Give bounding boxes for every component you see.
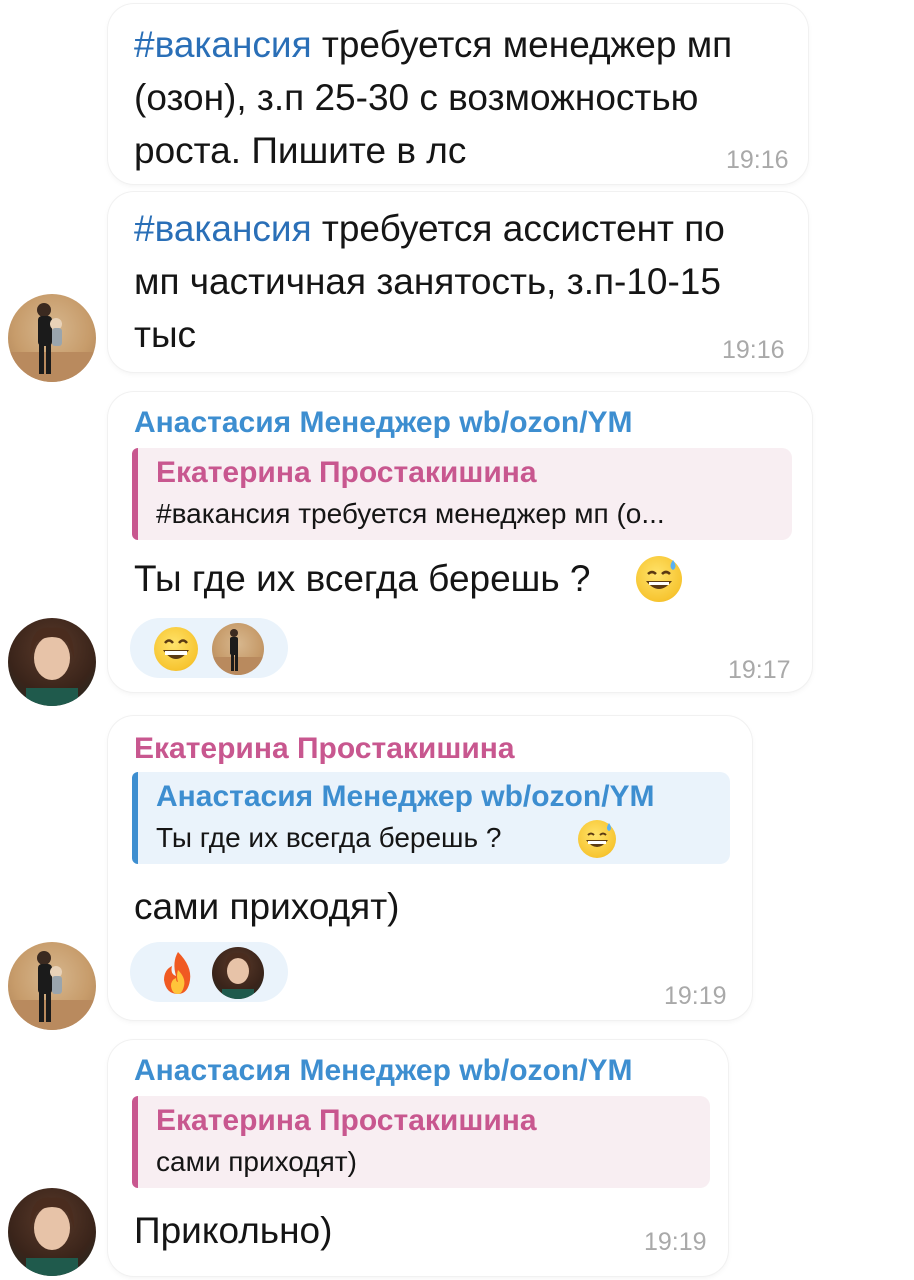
- message-time: 19:17: [728, 656, 791, 684]
- reply-author: Екатерина Простакишина: [156, 1104, 537, 1137]
- reply-text: сами приходят): [156, 1146, 357, 1177]
- message-bubble[interactable]: #вакансия требуется ассистент по мп част…: [108, 192, 808, 372]
- message-text: сами приходят): [134, 886, 400, 927]
- avatar-photo-woman-portrait-icon: [26, 1197, 78, 1276]
- grinning-face-with-sweat-icon: [578, 820, 616, 858]
- reaction-user-avatar: [212, 947, 264, 999]
- sender-avatar[interactable]: [8, 294, 96, 382]
- message-bubble[interactable]: #вакансия требуется менеджер мп (озон), …: [108, 4, 808, 184]
- avatar-photo-woman-portrait-icon: [26, 627, 78, 706]
- reply-author: Екатерина Простакишина: [156, 456, 537, 489]
- message-time: 19:19: [664, 982, 727, 1010]
- grinning-face-with-sweat-icon: [636, 556, 682, 602]
- message-bubble[interactable]: Екатерина Простакишина Анастасия Менедже…: [108, 716, 752, 1020]
- message-time: 19:19: [644, 1228, 707, 1256]
- message-time: 19:16: [726, 146, 789, 174]
- avatar-photo-woman-with-child-icon: [8, 303, 96, 382]
- beaming-face-icon: [154, 627, 198, 671]
- reply-author: Анастасия Менеджер wb/ozon/YM: [156, 780, 655, 813]
- reaction-user-avatar: [212, 623, 264, 675]
- reactions-pill[interactable]: [130, 618, 288, 678]
- reply-quote[interactable]: Екатерина Простакишина #вакансия требует…: [132, 448, 792, 540]
- avatar-photo-woman-with-child-icon: [8, 951, 96, 1030]
- message-text: #вакансия требуется ассистент по мп част…: [134, 208, 725, 355]
- sender-name[interactable]: Екатерина Простакишина: [134, 732, 515, 766]
- sender-avatar[interactable]: [8, 1188, 96, 1276]
- sender-name[interactable]: Анастасия Менеджер wb/ozon/YM: [134, 406, 633, 440]
- message-bubble[interactable]: Анастасия Менеджер wb/ozon/YM Екатерина …: [108, 1040, 728, 1276]
- sender-avatar[interactable]: [8, 618, 96, 706]
- reactions-pill[interactable]: [130, 942, 288, 1002]
- fire-icon: [158, 950, 198, 996]
- message-text: Прикольно): [134, 1210, 333, 1251]
- sender-name[interactable]: Анастасия Менеджер wb/ozon/YM: [134, 1054, 633, 1088]
- hashtag-link[interactable]: #вакансия: [134, 24, 312, 65]
- reply-quote[interactable]: Екатерина Простакишина сами приходят): [132, 1096, 710, 1188]
- hashtag-link[interactable]: #вакансия: [134, 208, 312, 249]
- reply-text: Ты где их всегда берешь ?: [156, 822, 502, 853]
- message-bubble[interactable]: Анастасия Менеджер wb/ozon/YM Екатерина …: [108, 392, 812, 692]
- message-text: #вакансия требуется менеджер мп (озон), …: [134, 24, 733, 171]
- message-time: 19:16: [722, 336, 785, 364]
- reply-quote[interactable]: Анастасия Менеджер wb/ozon/YM Ты где их …: [132, 772, 730, 864]
- reply-text: #вакансия требуется менеджер мп (о...: [156, 498, 665, 529]
- sender-avatar[interactable]: [8, 942, 96, 1030]
- message-text: Ты где их всегда берешь ?: [134, 558, 591, 599]
